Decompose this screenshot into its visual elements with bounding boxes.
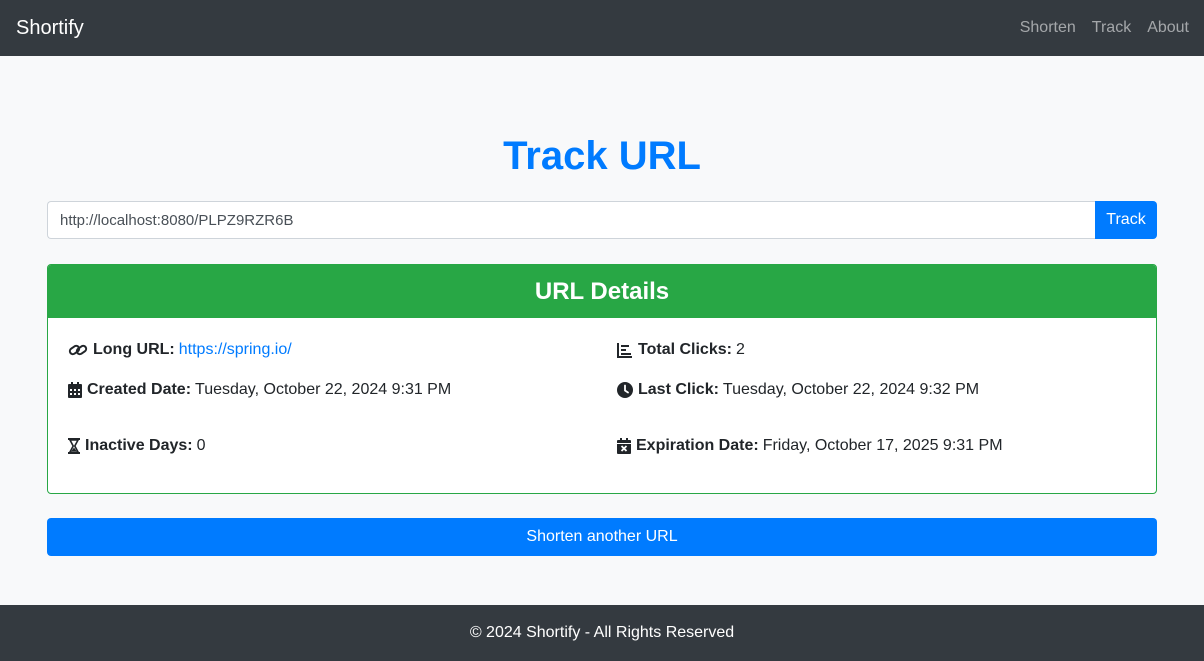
nav-links: Shorten Track About xyxy=(1020,19,1189,37)
expiration-date-row: Expiration Date: Friday, October 17, 202… xyxy=(617,437,1003,455)
total-clicks-label: Total Clicks: xyxy=(638,341,732,358)
long-url-row: Long URL: https://spring.io/ xyxy=(68,341,292,359)
main-content: Track URL Track URL Details Long URL: ht… xyxy=(47,56,1157,556)
last-click-label: Last Click: xyxy=(638,381,719,398)
long-url-link[interactable]: https://spring.io/ xyxy=(179,341,292,359)
expiration-date-label: Expiration Date: xyxy=(636,437,759,454)
nav-link-shorten[interactable]: Shorten xyxy=(1020,19,1076,37)
calendar-icon xyxy=(68,382,82,398)
nav-link-about[interactable]: About xyxy=(1147,19,1189,37)
inactive-days-label: Inactive Days: xyxy=(85,437,193,454)
short-url-input[interactable] xyxy=(47,201,1095,239)
created-date-value: Tuesday, October 22, 2024 9:31 PM xyxy=(195,381,452,398)
track-form: Track xyxy=(47,201,1157,239)
page-title: Track URL xyxy=(503,134,701,178)
last-click-row: Last Click: Tuesday, October 22, 2024 9:… xyxy=(617,381,979,399)
track-button[interactable]: Track xyxy=(1095,201,1157,239)
link-icon xyxy=(68,342,88,358)
long-url-label: Long URL: xyxy=(93,341,175,358)
navbar: Shortify Shorten Track About xyxy=(0,0,1204,56)
footer-copyright: © 2024 Shortify - All Rights Reserved xyxy=(469,624,735,641)
created-date-row: Created Date: Tuesday, October 22, 2024 … xyxy=(68,381,451,399)
hourglass-icon xyxy=(68,438,80,454)
brand-logo[interactable]: Shortify xyxy=(16,17,84,40)
inactive-days-row: Inactive Days: 0 xyxy=(68,437,206,455)
calendar-x-icon xyxy=(617,438,631,454)
chart-icon xyxy=(617,342,633,358)
clock-icon xyxy=(617,382,633,398)
created-date-label: Created Date: xyxy=(87,381,192,398)
footer: © 2024 Shortify - All Rights Reserved xyxy=(0,605,1204,661)
total-clicks-row: Total Clicks: 2 xyxy=(617,341,745,359)
url-details-header: URL Details xyxy=(48,265,1156,318)
last-click-value: Tuesday, October 22, 2024 9:32 PM xyxy=(722,381,980,398)
nav-link-track[interactable]: Track xyxy=(1092,19,1131,37)
total-clicks-value: 2 xyxy=(735,341,745,358)
url-details-card: URL Details Long URL: https://spring.io/ xyxy=(47,264,1157,494)
url-details-body: Long URL: https://spring.io/ Total Click… xyxy=(48,318,1156,493)
shorten-another-url-button[interactable]: Shorten another URL xyxy=(47,518,1157,556)
expiration-date-value: Friday, October 17, 2025 9:31 PM xyxy=(762,437,1003,454)
inactive-days-value: 0 xyxy=(196,437,206,454)
